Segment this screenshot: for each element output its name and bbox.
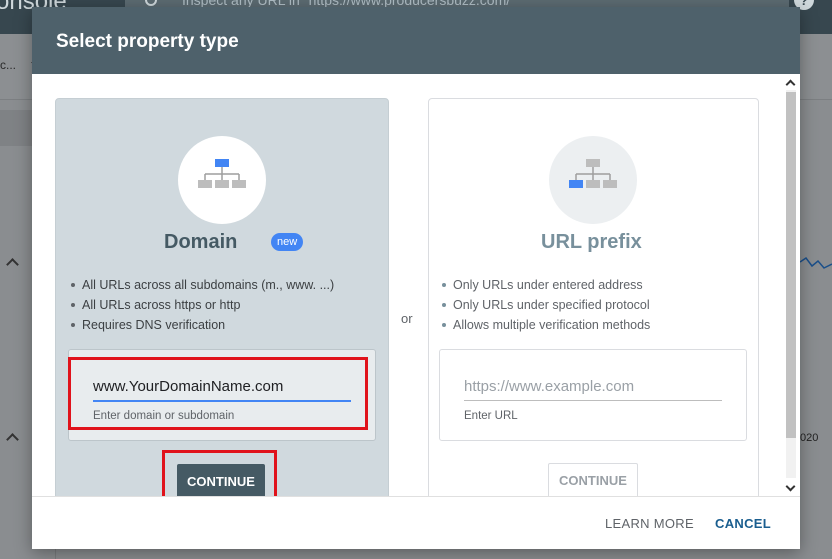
url-input[interactable]: https://www.example.com [464,378,634,395]
chevron-up-icon[interactable] [6,258,19,271]
url-prefix-feature-list: Only URLs under entered address Only URL… [441,275,650,335]
background-chart-label: 020 [800,432,819,444]
list-item: Requires DNS verification [70,315,334,335]
scroll-up-icon[interactable] [785,79,796,90]
domain-title: Domain [164,231,238,253]
url-input-helper: Enter URL [464,410,518,422]
dialog-scrollbar[interactable] [782,74,800,496]
url-prefix-continue-button[interactable]: CONTINUE [548,463,638,496]
domain-input[interactable]: www.YourDomainName.com [93,378,283,395]
list-item: Allows multiple verification methods [441,315,650,335]
url-input-underline [464,400,722,401]
scroll-down-icon[interactable] [785,481,796,492]
url-prefix-title: URL prefix [541,231,642,253]
domain-card[interactable]: Domain new All URLs across all subdomain… [55,98,389,496]
or-separator: or [401,311,413,326]
domain-icon-circle [178,136,266,224]
domain-input-container: www.YourDomainName.com Enter domain or s… [68,349,376,441]
select-property-dialog: Select property type Domain new All URLs… [32,7,800,549]
domain-continue-button[interactable]: CONTINUE [177,464,265,496]
cancel-button[interactable]: CANCEL [715,516,771,531]
domain-input-helper: Enter domain or subdomain [93,410,235,422]
chevron-up-icon[interactable] [6,433,19,446]
list-item: Only URLs under specified protocol [441,295,650,315]
list-item: All URLs across all subdomains (m., www.… [70,275,334,295]
domain-feature-list: All URLs across all subdomains (m., www.… [70,275,334,335]
sitemap-icon [198,159,246,188]
dialog-header: Select property type [32,7,800,74]
url-prefix-icon-circle [549,136,637,224]
list-item: Only URLs under entered address [441,275,650,295]
url-input-container: https://www.example.com Enter URL [439,349,747,441]
learn-more-button[interactable]: LEARN MORE [605,516,694,531]
background-content-right [800,100,832,559]
new-badge: new [271,233,304,251]
list-item: All URLs across https or http [70,295,334,315]
domain-input-underline [93,400,351,402]
scroll-thumb[interactable] [786,92,796,438]
dialog-title: Select property type [56,31,239,52]
url-prefix-card[interactable]: URL prefix Only URLs under entered addre… [428,98,759,496]
dialog-footer: LEARN MORE CANCEL [32,496,800,549]
background-chart-line [800,256,832,269]
sitemap-icon [569,159,617,188]
dialog-body: Domain new All URLs across all subdomain… [32,74,800,496]
property-selector[interactable]: c... [0,58,16,72]
